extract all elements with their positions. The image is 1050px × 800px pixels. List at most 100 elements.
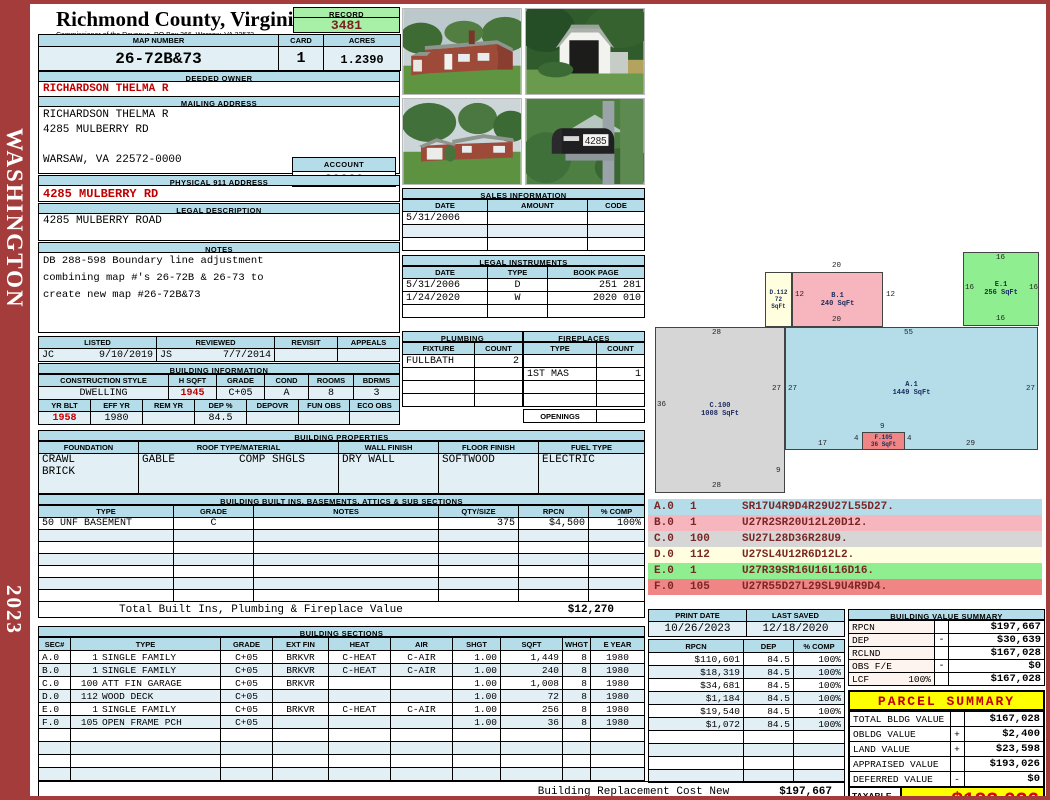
building-information-label: BUILDING INFORMATION — [38, 363, 400, 375]
fireplace-row — [523, 380, 645, 394]
col-date: DATE — [402, 266, 488, 279]
foundation-value: CRAWL — [42, 454, 76, 467]
deeded-owner-block: DEEDED OWNER RICHARDSON THELMA R — [38, 71, 400, 97]
openings-value — [596, 409, 645, 423]
building-section-value-row: $19,540 84.5 100% — [648, 704, 845, 718]
construction-style-value: DWELLING — [38, 386, 169, 400]
sketch-code-row: F.0 105 U27R55D27L29SL9U4R9D4. — [648, 579, 1042, 595]
built-ins-row — [38, 529, 645, 542]
photo-shed — [525, 8, 645, 95]
listed-date: 9/10/2019 — [98, 349, 153, 361]
effyr-value: 1980 — [90, 411, 143, 425]
col-rpcn: RPCN — [648, 639, 744, 653]
dep-pct-label: DEP % — [194, 399, 247, 412]
wall-finish-value: DRY WALL — [338, 453, 439, 494]
fireplace-row: 1ST MAS 1 — [523, 367, 645, 381]
last-saved-label: LAST SAVED — [746, 609, 845, 622]
notes-label: NOTES — [38, 242, 400, 254]
sketch-code-row: C.0 100 SU27L28D36R28U9. — [648, 531, 1042, 547]
fuel-type-value: ELECTRIC — [538, 453, 645, 494]
legal-description-block: LEGAL DESCRIPTION 4285 MULBERRY ROAD — [38, 203, 400, 241]
col-date: DATE — [402, 199, 488, 212]
col-eyear: E YEAR — [590, 637, 645, 651]
building-section-value-row: $34,681 84.5 100% — [648, 678, 845, 692]
remyr-value — [142, 411, 195, 425]
parcel-summary-row: LAND VALUE + $23,598 — [850, 741, 1043, 757]
col-type: TYPE — [487, 266, 548, 279]
taxable-value-row: TAXABLE VALUE $193,026 — [850, 787, 1043, 796]
dim: 27 — [1026, 385, 1036, 393]
hsqft-label: H SQFT — [168, 374, 217, 387]
dim: 12 — [886, 291, 896, 299]
replacement-cost-row: Building Replacement Cost New $197,667 — [38, 781, 845, 796]
record-value: 3481 — [293, 18, 400, 33]
mailing-address-label: MAILING ADDRESS — [38, 96, 400, 108]
dim: 9 — [776, 467, 781, 475]
foundation-label: FOUNDATION — [38, 441, 139, 454]
reviewed-label: REVIEWED — [156, 336, 275, 349]
depovr-label: DEPOVR — [246, 399, 299, 412]
building-section-row — [38, 754, 645, 768]
effyr-label: EFF YR — [90, 399, 143, 412]
built-ins-row — [38, 577, 645, 590]
building-properties-label: BUILDING PROPERTIES — [38, 430, 645, 442]
building-value-summary-label: BUILDING VALUE SUMMARY — [848, 609, 1045, 621]
notes-line: combining map #'s 26-72B & 26-73 to — [43, 272, 264, 284]
col-sqft: SQFT — [500, 637, 563, 651]
col-type: TYPE — [523, 342, 597, 355]
dim: 29 — [966, 440, 976, 448]
dim: 9 — [880, 423, 885, 431]
dim: 28 — [712, 482, 722, 490]
print-info-block: PRINT DATE LAST SAVED 10/26/2023 12/18/2… — [648, 609, 845, 637]
built-ins-row — [38, 589, 645, 602]
col-qty: QTY/SIZE — [438, 505, 519, 518]
depovr-value — [246, 411, 299, 425]
building-section-value-row: $110,601 84.5 100% — [648, 652, 845, 666]
mailing-line — [43, 139, 395, 154]
map-number: 26-72B&73 — [38, 46, 279, 71]
parcel-summary-row: TOTAL BLDG VALUE $167,028 — [850, 711, 1043, 727]
mailbox-number: 4285 — [585, 136, 607, 147]
notes-line: DB 288-598 Boundary line adjustment — [43, 255, 264, 267]
roof-material-value: COMP SHGLS — [238, 454, 305, 467]
dim: 16 — [996, 254, 1006, 262]
parcel-summary-label: PARCEL SUMMARY — [850, 692, 1043, 711]
building-value-summary-block: BUILDING VALUE SUMMARY RPCN $197,667 DEP… — [848, 609, 1045, 686]
print-date-label: PRINT DATE — [648, 609, 747, 622]
dim: 20 — [832, 262, 842, 270]
col-grade: GRADE — [173, 505, 254, 518]
built-ins-total-row: Total Built Ins, Plumbing & Fireplace Va… — [38, 602, 645, 618]
dim: 27 — [788, 385, 798, 393]
dim: 55 — [904, 329, 914, 337]
building-section-value-row: $1,184 84.5 100% — [648, 691, 845, 705]
floor-finish-value: SOFTWOOD — [438, 453, 539, 494]
dim: 16 — [1029, 284, 1039, 292]
col-count: COUNT — [474, 342, 523, 355]
sales-information-label: SALES INFORMATION — [402, 188, 645, 200]
building-section-row: A.0 1 SINGLE FAMILY C+05 BRKVR C-HEAT C-A… — [38, 650, 645, 664]
photo-house-side — [402, 98, 522, 185]
reviewed-date: 7/7/2014 — [222, 349, 271, 361]
legal-instrument-row — [402, 304, 645, 318]
col-whgt: WHGT — [562, 637, 591, 651]
print-date-value: 10/26/2023 — [648, 621, 747, 637]
fireplaces-label: FIREPLACES — [523, 331, 645, 343]
sketch-code-row: A.0 1 SR17U4R9D4R29U27L55D27. — [648, 499, 1042, 515]
dim: 28 — [712, 329, 722, 337]
sketch-codes-list: A.0 1 SR17U4R9D4R29U27L55D27. B.0 1 U27R2SR2… — [648, 499, 1042, 595]
col-count: COUNT — [596, 342, 645, 355]
dim: 4 — [907, 435, 912, 443]
col-comp: % COMP — [793, 639, 845, 653]
acres-label: ACRES — [323, 34, 401, 47]
building-section-row: D.0 112 WOOD DECK C+05 1.00 72 8 1980 — [38, 689, 645, 703]
col-type: TYPE — [70, 637, 221, 651]
col-notes: NOTES — [253, 505, 439, 518]
parcel-summary-row: OBLDG VALUE + $2,400 — [850, 726, 1043, 742]
deeded-owner-label: DEEDED OWNER — [38, 71, 400, 83]
roof-type-value: GABLE — [142, 454, 176, 467]
fuel-type-label: FUEL TYPE — [538, 441, 645, 454]
building-section-row — [38, 728, 645, 742]
col-air: AIR — [390, 637, 453, 651]
cond-label: COND — [264, 374, 309, 387]
col-extfin: EXT FIN — [272, 637, 329, 651]
